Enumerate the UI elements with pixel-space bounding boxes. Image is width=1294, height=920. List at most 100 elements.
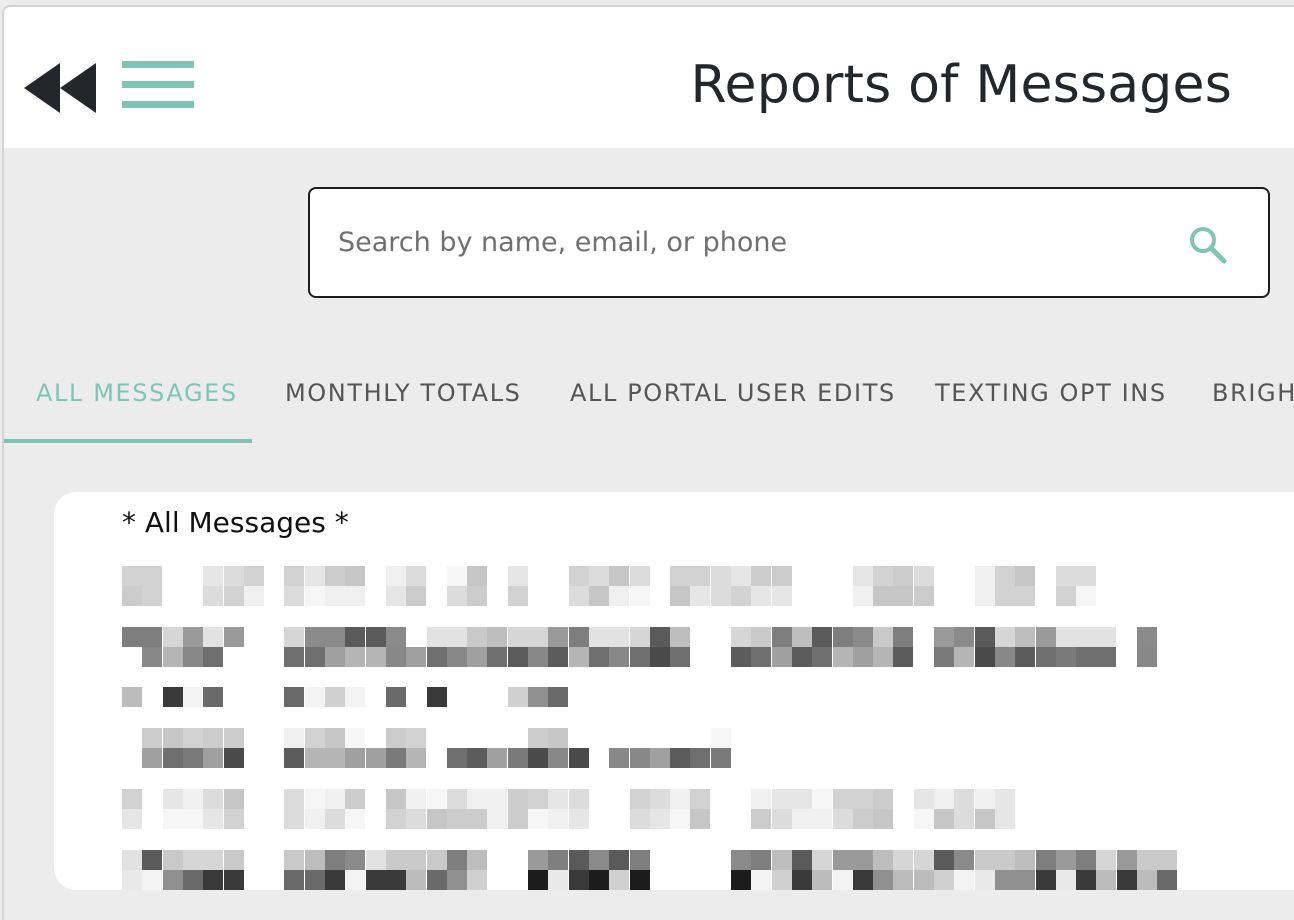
redacted-pixel	[609, 647, 630, 667]
redacted-pixel	[873, 627, 894, 647]
redacted-pixel	[446, 809, 467, 829]
redacted-pixel	[791, 789, 812, 809]
redacted-pixel	[751, 627, 772, 647]
redacted-pixel	[771, 870, 792, 890]
redacted-pixel	[1035, 627, 1056, 647]
redacted-pixel	[325, 586, 345, 606]
tab-all-messages[interactable]: ALL MESSAGES	[36, 379, 238, 407]
redacted-pixel	[934, 627, 954, 647]
redacted-pixel	[954, 870, 975, 890]
menu-button[interactable]	[122, 61, 196, 113]
redacted-pixel	[568, 748, 589, 768]
tab-bright[interactable]: BRIGHT	[1212, 379, 1294, 407]
redacted-pixel	[649, 789, 670, 809]
redacted-pixel	[385, 728, 406, 748]
tab-texting-opt-ins[interactable]: TEXTING OPT INS	[935, 379, 1167, 407]
redacted-pixel	[609, 586, 630, 606]
redacted-pixel	[406, 647, 427, 667]
redacted-pixel	[832, 627, 853, 647]
redacted-pixel	[385, 627, 406, 647]
redacted-pixel	[771, 586, 792, 606]
redacted-pixel	[913, 566, 934, 586]
search-icon[interactable]	[1188, 225, 1228, 265]
redacted-pixel	[507, 748, 528, 768]
redacted-pixel	[1055, 647, 1076, 667]
redacted-pixel	[182, 748, 203, 768]
redacted-pixel	[345, 566, 366, 586]
redacted-pixel	[791, 647, 812, 667]
redacted-pixel	[325, 647, 345, 667]
redacted-pixel	[446, 586, 467, 606]
redacted-pixel	[162, 627, 183, 647]
tab-all-portal-user-edits[interactable]: ALL PORTAL USER EDITS	[570, 379, 896, 407]
redacted-pixel	[284, 647, 305, 667]
redacted-pixel	[548, 809, 569, 829]
redacted-pixel	[913, 586, 934, 606]
redacted-pixel	[974, 586, 995, 606]
redacted-pixel	[954, 789, 975, 809]
redacted-pixel	[304, 748, 325, 768]
redacted-pixel	[832, 809, 853, 829]
redacted-pixel	[751, 566, 772, 586]
redacted-pixel	[994, 647, 1015, 667]
redacted-pixel	[934, 809, 954, 829]
redacted-pixel	[203, 809, 224, 829]
redacted-pixel	[304, 789, 325, 809]
redacted-pixel	[710, 728, 731, 748]
redacted-pixel	[934, 850, 954, 870]
active-tab-indicator	[4, 439, 252, 443]
redacted-pixel	[507, 647, 528, 667]
redacted-pixel	[609, 850, 630, 870]
redacted-pixel	[406, 850, 427, 870]
redacted-pixel	[325, 627, 345, 647]
redacted-pixel	[1096, 647, 1117, 667]
redacted-pixel	[203, 728, 224, 748]
redacted-pixel	[142, 748, 163, 768]
redacted-pixel	[852, 789, 873, 809]
redacted-pixel	[609, 870, 630, 890]
redacted-pixel	[588, 870, 609, 890]
redacted-pixel	[893, 586, 914, 606]
redacted-pixel	[1015, 566, 1036, 586]
redacted-pixel	[162, 789, 183, 809]
redacted-pixel	[670, 809, 691, 829]
redacted-pixel	[304, 809, 325, 829]
redacted-pixel	[1015, 627, 1036, 647]
redacted-pixel	[873, 850, 894, 870]
redacted-pixel	[528, 627, 548, 647]
redacted-pixel	[446, 789, 467, 809]
search-input[interactable]	[336, 219, 1160, 265]
redacted-pixel	[142, 850, 163, 870]
redacted-pixel	[751, 789, 772, 809]
redacted-pixel	[385, 647, 406, 667]
redacted-pixel	[731, 870, 751, 890]
redacted-pixel	[568, 586, 589, 606]
redacted-pixel	[467, 850, 488, 870]
redacted-pixel	[629, 850, 650, 870]
redacted-pixel	[690, 809, 711, 829]
back-button[interactable]	[24, 63, 98, 113]
redacted-pixel	[142, 627, 163, 647]
redacted-pixel	[345, 627, 366, 647]
redacted-pixel	[122, 789, 142, 809]
redacted-pixel	[731, 647, 751, 667]
redacted-pixel	[934, 870, 954, 890]
redacted-pixel	[873, 566, 894, 586]
redacted-pixel	[203, 850, 224, 870]
redacted-pixel	[304, 647, 325, 667]
redacted-pixel	[365, 850, 386, 870]
redacted-pixel	[629, 748, 650, 768]
redacted-pixel	[284, 870, 305, 890]
redacted-pixel	[1157, 850, 1178, 870]
redacted-pixel	[670, 748, 691, 768]
redacted-pixel	[1096, 870, 1117, 890]
redacted-pixel	[528, 748, 548, 768]
redacted-pixel	[1096, 850, 1117, 870]
tab-monthly-totals[interactable]: MONTHLY TOTALS	[285, 379, 522, 407]
redacted-pixel	[1157, 870, 1178, 890]
redacted-pixel	[487, 647, 508, 667]
redacted-pixel	[304, 586, 325, 606]
redacted-pixel	[162, 687, 183, 707]
redacted-pixel	[812, 870, 833, 890]
redacted-pixel	[1035, 850, 1056, 870]
